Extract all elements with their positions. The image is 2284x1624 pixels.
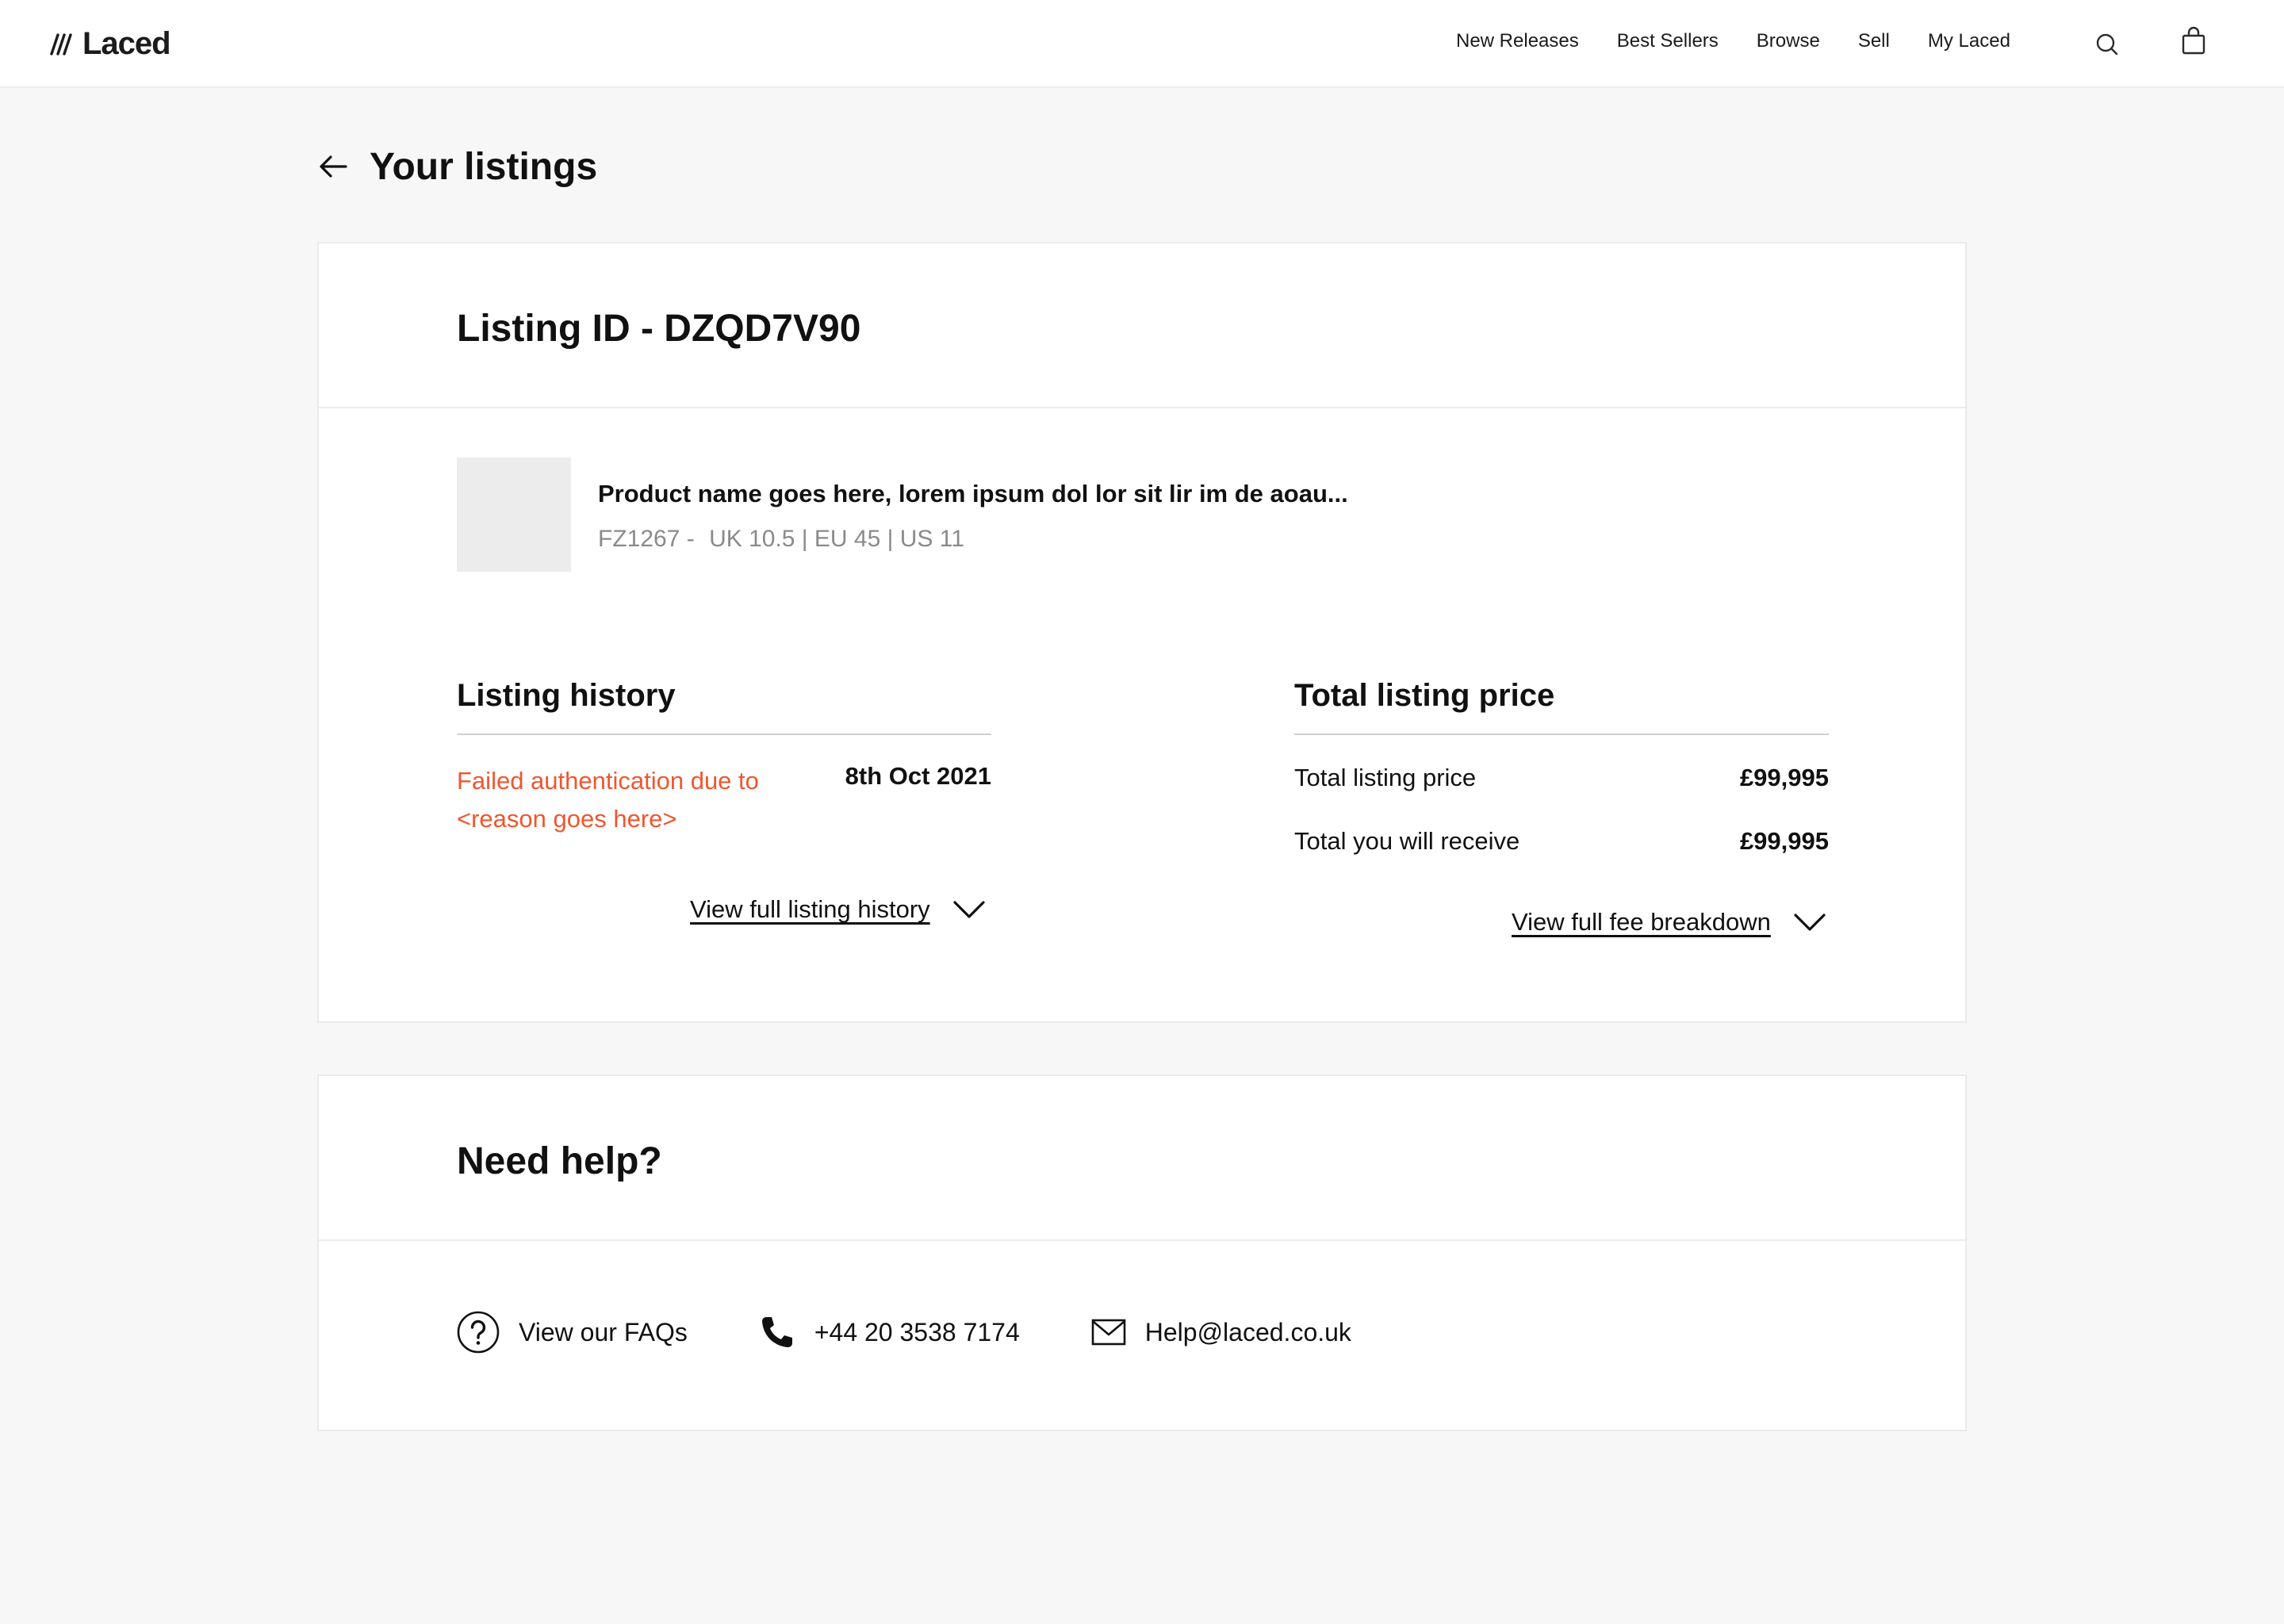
- site-header: Laced New Releases Best Sellers Browse S…: [0, 0, 2284, 88]
- nav-my-laced[interactable]: My Laced: [1928, 30, 2010, 52]
- question-circle-icon: [457, 1311, 500, 1354]
- help-card-header: Need help?: [319, 1076, 1965, 1241]
- faq-link[interactable]: View our FAQs: [457, 1311, 688, 1354]
- mail-icon: [1091, 1319, 1126, 1346]
- price-row-you-receive: Total you will receive £99,995: [1294, 810, 1829, 873]
- email-link[interactable]: Help@laced.co.uk: [1091, 1318, 1351, 1347]
- main-nav: New Releases Best Sellers Browse Sell My…: [1456, 30, 2010, 52]
- price-rows: Total listing price £99,995 Total you wi…: [1294, 746, 1829, 873]
- listing-card-header: Listing ID - DZQD7V90: [319, 243, 1965, 408]
- total-listing-price-title: Total listing price: [1294, 678, 1829, 735]
- view-full-fee-breakdown-text: View full fee breakdown: [1512, 908, 1771, 936]
- history-entry: Failed authentication due to <reason goe…: [457, 762, 991, 881]
- need-help-title: Need help?: [457, 1140, 662, 1182]
- help-card: Need help? View our FAQs +44 20 3538 717…: [317, 1074, 1967, 1431]
- view-full-listing-history-link[interactable]: View full listing history: [690, 895, 986, 924]
- faq-text: View our FAQs: [519, 1317, 688, 1346]
- product-sizes: UK 10.5 | EU 45 | US 11: [709, 526, 964, 552]
- listing-card: Listing ID - DZQD7V90 Product name goes …: [317, 242, 1967, 1023]
- price-row-total-listing: Total listing price £99,995: [1294, 746, 1829, 810]
- laced-logo-mark-icon: [50, 33, 72, 56]
- page-title-row: Your listings: [317, 144, 597, 189]
- nav-sell[interactable]: Sell: [1858, 30, 1890, 52]
- price-amount: £99,995: [1739, 764, 1829, 791]
- product-meta: FZ1267 - UK 10.5 | EU 45 | US 11: [598, 526, 972, 553]
- bag-icon[interactable]: [2178, 25, 2209, 57]
- phone-icon: [761, 1317, 792, 1347]
- chevron-down-icon: [1794, 914, 1826, 931]
- help-contact-row: View our FAQs +44 20 3538 7174 Help@lace…: [457, 1311, 1423, 1354]
- back-arrow-icon[interactable]: [317, 151, 349, 182]
- email-address: Help@laced.co.uk: [1144, 1317, 1351, 1346]
- listing-id-title: Listing ID - DZQD7V90: [457, 308, 861, 350]
- laced-logo[interactable]: Laced: [49, 24, 171, 63]
- price-amount: £99,995: [1739, 827, 1829, 855]
- nav-browse[interactable]: Browse: [1757, 30, 1820, 52]
- page-title: Your listings: [370, 145, 598, 188]
- search-icon[interactable]: [2092, 29, 2124, 60]
- history-status: Failed authentication due to <reason goe…: [457, 767, 759, 833]
- history-date: 8th Oct 2021: [845, 762, 991, 790]
- chevron-down-icon: [953, 901, 985, 918]
- listing-history-section: Listing history Failed authentication du…: [457, 678, 991, 1011]
- view-full-listing-history-text: View full listing history: [690, 895, 930, 923]
- product-image: [457, 458, 571, 572]
- product-name: Product name goes here, lorem ipsum dol …: [598, 480, 1348, 508]
- price-label: Total you will receive: [1294, 827, 1520, 855]
- nav-best-sellers[interactable]: Best Sellers: [1617, 30, 1719, 52]
- phone-link[interactable]: +44 20 3538 7174: [759, 1314, 1020, 1350]
- phone-number: +44 20 3538 7174: [814, 1317, 1020, 1346]
- product-sku: FZ1267 -: [598, 526, 695, 552]
- view-full-fee-breakdown-link[interactable]: View full fee breakdown: [1512, 908, 1826, 936]
- total-listing-price-section: Total listing price Total listing price …: [1294, 678, 1829, 873]
- logo-text: Laced: [82, 25, 171, 61]
- price-label: Total listing price: [1294, 764, 1477, 791]
- listing-history-title: Listing history: [457, 678, 991, 735]
- nav-new-releases[interactable]: New Releases: [1456, 30, 1579, 52]
